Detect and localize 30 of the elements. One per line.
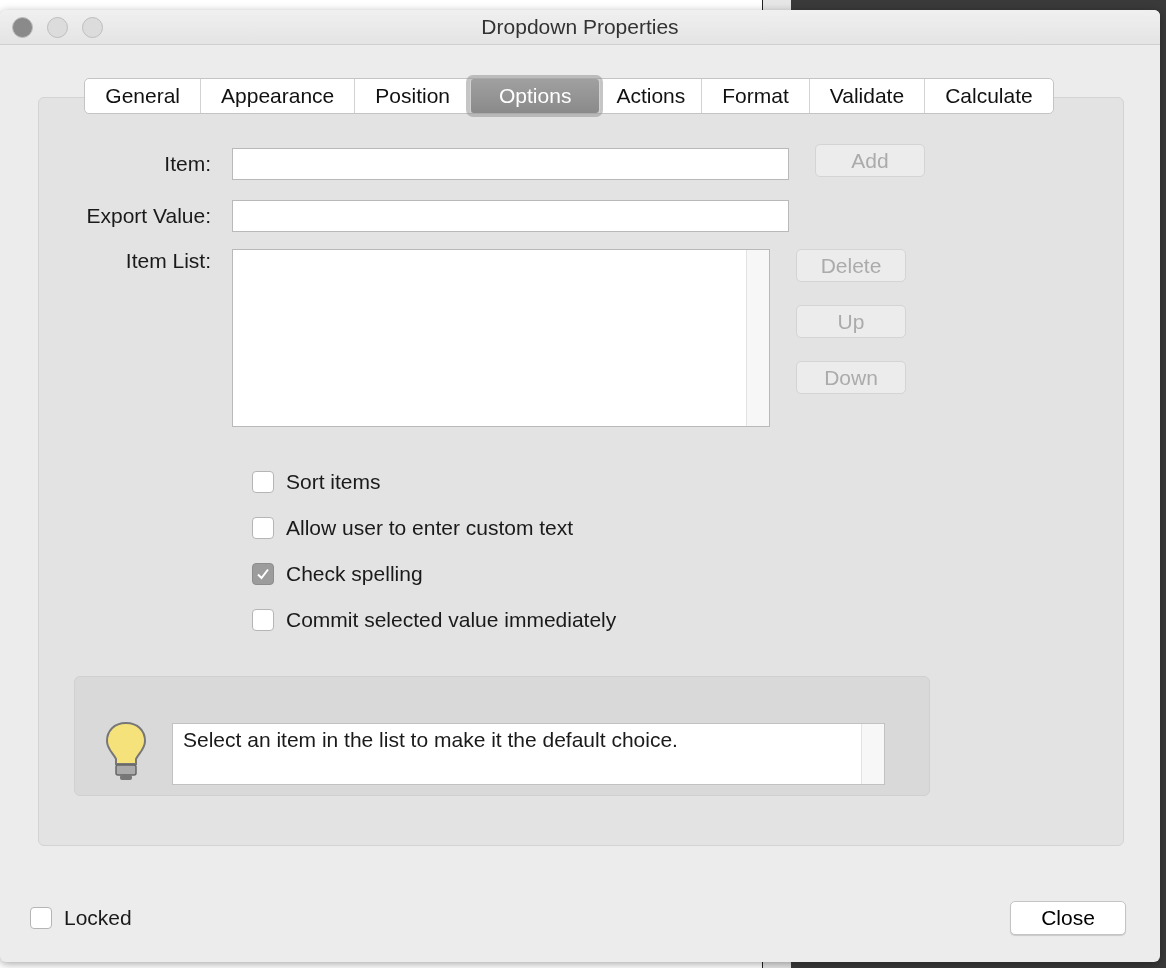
option-label[interactable]: Sort items	[286, 470, 381, 494]
checkbox[interactable]	[252, 563, 274, 585]
lightbulb-icon	[105, 721, 147, 781]
field-label: Item:	[163, 151, 211, 176]
close-button[interactable]: Close	[1010, 901, 1126, 935]
minimize-window-icon[interactable]	[47, 16, 68, 38]
field-label: Export Value:	[85, 203, 211, 228]
checkbox[interactable]	[252, 517, 274, 539]
checkbox[interactable]	[252, 609, 274, 631]
hint-text: Select an item in the list to make it the default choice.	[182, 727, 679, 753]
tab[interactable]: Format	[701, 79, 809, 113]
checkbox[interactable]	[252, 471, 274, 493]
tab[interactable]: Calculate	[924, 79, 1053, 113]
checkmark-icon	[256, 567, 270, 581]
tab[interactable]: General	[85, 79, 201, 113]
window-title: Dropdown Properties	[481, 15, 679, 38]
tab[interactable]: Validate	[808, 79, 925, 113]
zoom-window-icon[interactable]	[82, 16, 103, 38]
item-field[interactable]	[232, 148, 789, 180]
option-label[interactable]: Commit selected value immediately	[286, 608, 617, 632]
tab[interactable]: Appearance	[200, 79, 355, 113]
field-label: Item List:	[124, 249, 211, 273]
option-label[interactable]: Check spelling	[286, 562, 423, 586]
tab[interactable]: Actions	[599, 79, 702, 113]
option-label[interactable]: Allow user to enter custom text	[286, 516, 574, 540]
close-window-icon[interactable]	[12, 16, 33, 38]
checkbox[interactable]	[30, 907, 52, 929]
export-value-field[interactable]	[232, 200, 789, 232]
item-list[interactable]	[232, 249, 770, 427]
locked-label[interactable]: Locked	[64, 906, 132, 930]
